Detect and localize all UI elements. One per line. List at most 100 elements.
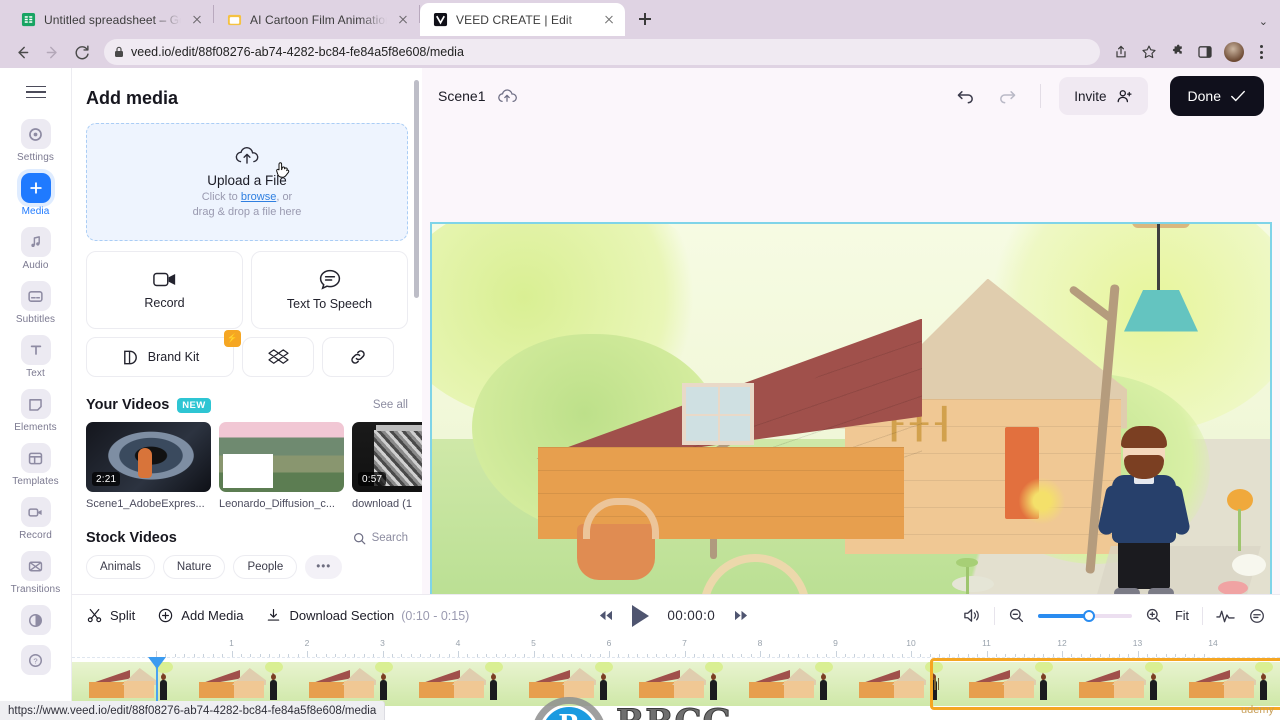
ruler-tick — [693, 654, 695, 657]
sidebar-item-elements[interactable]: Elements — [0, 384, 72, 436]
address-bar[interactable]: veed.io/edit/88f08276-ab74-4282-bc84-fe8… — [104, 39, 1100, 65]
zoom-slider-handle[interactable] — [1082, 609, 1095, 622]
extensions-puzzle-icon[interactable] — [1164, 39, 1190, 65]
ruler-tick — [524, 654, 526, 657]
timeline-ruler[interactable]: 1 2 3 4 5 6 7 8 9 10 11 12 13 14 — [72, 636, 1280, 658]
sidebar-item-help[interactable]: ? — [0, 640, 72, 678]
settings-icon — [20, 119, 51, 149]
browser-tab-spreadsheet[interactable]: Untitled spreadsheet – Google — [8, 3, 213, 36]
sidebar-item-audio[interactable]: Audio — [0, 222, 72, 274]
ruler-tick — [627, 654, 629, 657]
ruler-tick — [911, 651, 912, 657]
done-button[interactable]: Done — [1169, 76, 1264, 116]
ruler-tick — [646, 654, 648, 657]
chip-people[interactable]: People — [233, 555, 298, 579]
waveform-icon[interactable] — [1216, 608, 1235, 624]
new-tab-button[interactable] — [631, 5, 659, 33]
stage-toolbar: Scene1 Invite Done — [422, 68, 1280, 124]
ruler-tick — [731, 654, 733, 657]
browser-tab-veed-create[interactable]: VEED CREATE | Edit — [420, 3, 625, 36]
ruler-tick — [1024, 654, 1026, 657]
svg-text:?: ? — [33, 656, 37, 665]
video-thumbnail[interactable]: 2:22 — [219, 422, 344, 492]
skip-forward-icon[interactable] — [733, 609, 750, 622]
close-icon[interactable] — [601, 12, 617, 28]
sidebar-item-contrast[interactable] — [0, 600, 72, 638]
profile-avatar[interactable] — [1224, 42, 1244, 62]
tab-title: VEED CREATE | Edit — [456, 12, 573, 27]
invite-button[interactable]: Invite — [1059, 77, 1148, 115]
reload-button[interactable] — [68, 38, 96, 66]
ruler-tick — [420, 654, 422, 657]
video-card[interactable]: 2:21 Scene1_AdobeExpres... — [86, 422, 211, 510]
play-icon[interactable] — [632, 604, 650, 627]
ruler-tick — [1062, 651, 1063, 657]
captions-icon[interactable] — [1248, 607, 1266, 625]
see-all-link[interactable]: See all — [373, 399, 408, 411]
sidebar-item-settings[interactable]: Settings — [0, 114, 72, 166]
upload-dropzone[interactable]: Upload a File Click to browse, or drag &… — [86, 123, 408, 241]
ruler-tick — [193, 654, 195, 657]
speaker-icon[interactable] — [962, 607, 981, 624]
sidebar-item-templates[interactable]: Templates — [0, 438, 72, 490]
link-button[interactable] — [322, 337, 394, 377]
panel-scrollbar[interactable] — [414, 80, 419, 298]
stock-search-button[interactable]: Search — [353, 532, 408, 545]
add-media-button[interactable]: Add Media — [157, 607, 243, 624]
zoom-out-icon[interactable] — [1008, 607, 1025, 624]
window-controls-chevron-icon[interactable]: ⌄ — [1259, 15, 1268, 28]
forward-button[interactable] — [38, 38, 66, 66]
redo-button[interactable] — [992, 81, 1022, 111]
sidebar-item-media[interactable]: Media — [0, 168, 72, 220]
bookmark-star-icon[interactable] — [1136, 39, 1162, 65]
close-icon[interactable] — [395, 12, 411, 28]
ruler-tick — [259, 654, 261, 657]
fit-button[interactable]: Fit — [1175, 609, 1189, 623]
timeline-selected-clip[interactable] — [930, 658, 1280, 710]
brand-kit-button[interactable]: Brand Kit ⚡ — [86, 330, 241, 377]
sidebar-item-transitions[interactable]: Transitions — [0, 546, 72, 598]
undo-button[interactable] — [950, 81, 980, 111]
video-thumbnail[interactable]: 0:57 — [352, 422, 422, 492]
text-to-speech-tile[interactable]: Text To Speech — [251, 251, 408, 329]
browse-link[interactable]: browse — [241, 191, 276, 203]
music-note-icon — [20, 227, 51, 257]
three-dot-menu-icon[interactable] — [1250, 45, 1272, 59]
skip-back-icon[interactable] — [597, 609, 614, 622]
scene-sprout — [957, 557, 976, 594]
back-button[interactable] — [8, 38, 36, 66]
close-icon[interactable] — [189, 12, 205, 28]
dropbox-button[interactable] — [242, 337, 314, 377]
share-icon[interactable] — [1108, 39, 1134, 65]
video-card[interactable]: 0:57 download (1 — [352, 422, 422, 510]
browser-tab-ai-cartoon[interactable]: AI Cartoon Film Animation – Go — [214, 3, 419, 36]
section-title: Your Videos — [86, 397, 170, 413]
sidebar-item-text[interactable]: Text — [0, 330, 72, 382]
ruler-tick — [439, 654, 441, 657]
record-tile[interactable]: Record — [86, 251, 243, 329]
zoom-in-icon[interactable] — [1145, 607, 1162, 624]
ruler-tick — [958, 654, 960, 657]
zoom-slider[interactable] — [1038, 609, 1133, 622]
sidebar-item-record[interactable]: Record — [0, 492, 72, 544]
scene-name[interactable]: Scene1 — [438, 88, 485, 104]
download-section-button[interactable]: Download Section (0:10 - 0:15) — [265, 607, 469, 624]
trim-handle-left[interactable] — [932, 676, 941, 692]
chip-nature[interactable]: Nature — [162, 555, 226, 579]
mouse-cursor-pointer-icon — [275, 162, 291, 180]
ruler-tick — [769, 654, 771, 657]
video-thumbnail[interactable]: 2:21 — [86, 422, 211, 492]
chip-animals[interactable]: Animals — [86, 555, 155, 579]
side-panel-icon[interactable] — [1192, 39, 1218, 65]
video-card[interactable]: 2:22 Leonardo_Diffusion_c... — [219, 422, 344, 510]
video-preview-canvas[interactable]: ┠╂┨ — [430, 221, 1272, 611]
ruler-tick — [788, 654, 790, 657]
download-range: (0:10 - 0:15) — [401, 608, 470, 623]
hamburger-menu-icon[interactable] — [22, 80, 50, 104]
scene-orange-flower — [1227, 488, 1253, 551]
ruler-tick — [1203, 654, 1205, 657]
split-button[interactable]: Split — [86, 607, 135, 624]
sidebar-item-subtitles[interactable]: Subtitles — [0, 276, 72, 328]
chip-more[interactable]: ••• — [305, 555, 343, 579]
ruler-tick — [458, 651, 459, 657]
